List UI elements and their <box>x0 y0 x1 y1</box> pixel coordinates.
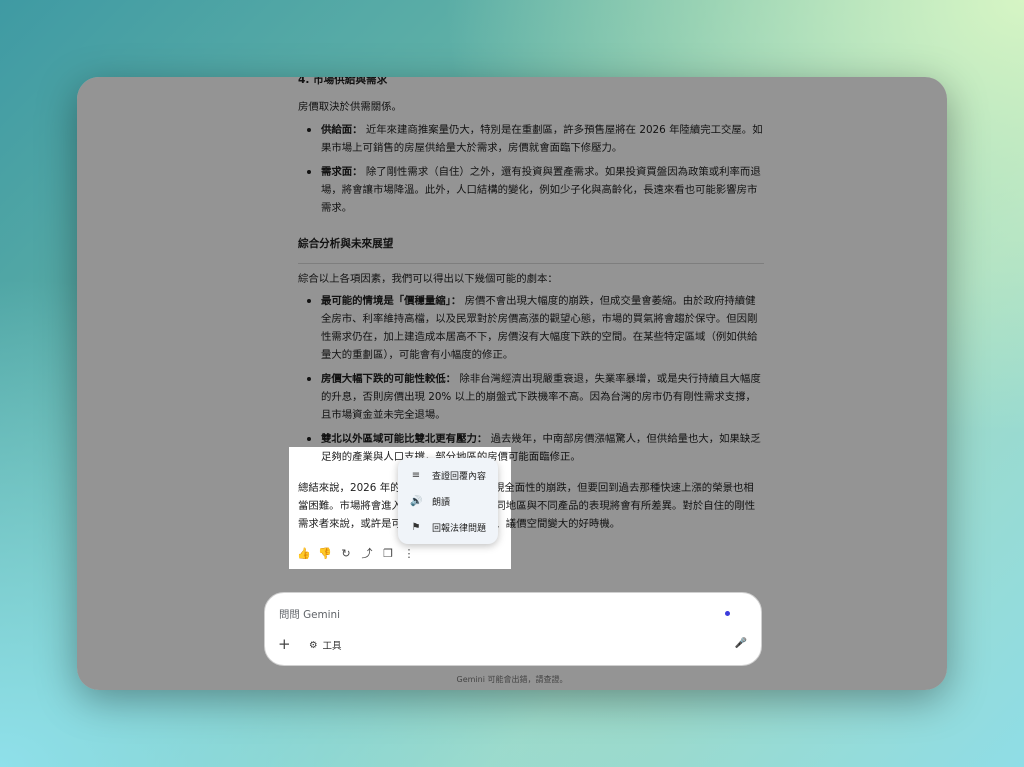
status-dot <box>725 611 730 616</box>
microphone-icon[interactable]: 🎤 <box>735 638 747 649</box>
tools-icon: ⚙ <box>309 639 318 651</box>
divider <box>298 263 764 264</box>
gemini-window: 4. 市場供給與需求 房價取決於供需關係。 供給面： 近年來建商推案量仍大，特別… <box>77 77 947 690</box>
menu-item-label: 查證回覆內容 <box>432 471 487 482</box>
speaker-icon: 🔊 <box>410 495 423 507</box>
menu-item-label: 朗讀 <box>432 497 451 508</box>
menu-item-report-legal[interactable]: ⚑ 回報法律問題 <box>398 514 498 540</box>
double-check-icon: ≡ <box>411 469 421 481</box>
section4-heading: 4. 市場供給與需求 <box>298 77 388 86</box>
more-options-menu: ≡ 查證回覆內容 🔊 朗讀 ⚑ 回報法律問題 <box>398 458 498 544</box>
list-item: 房價大幅下跌的可能性較低： 除非台灣經濟出現嚴重衰退，失業率暴增，或是央行持續且… <box>298 370 764 424</box>
prompt-placeholder[interactable]: 問問 Gemini <box>279 606 340 621</box>
disclaimer-footer: Gemini 可能會出錯，請查證。 <box>456 675 568 684</box>
section5-heading: 綜合分析與未來展望 <box>298 238 394 250</box>
list-item: 需求面： 除了剛性需求（自住）之外，還有投資與置產需求。如果投資買盤因為政策或利… <box>298 163 764 217</box>
menu-item-verify[interactable]: ≡ 查證回覆內容 <box>398 462 498 488</box>
menu-item-read-aloud[interactable]: 🔊 朗讀 <box>398 488 498 514</box>
list-item: 供給面： 近年來建商推案量仍大，特別是在重劃區，許多預售屋將在 2026 年陸續… <box>298 121 764 157</box>
flag-icon: ⚑ <box>411 521 421 533</box>
menu-item-label: 回報法律問題 <box>432 523 487 534</box>
section4-list: 供給面： 近年來建商推案量仍大，特別是在重劃區，許多預售屋將在 2026 年陸續… <box>298 121 764 223</box>
tools-label: 工具 <box>322 641 342 652</box>
section5-intro: 綜合以上各項因素，我們可以得出以下幾個可能的劇本： <box>298 273 558 285</box>
section5-list: 最可能的情境是「價穩量縮」： 房價不會出現大幅度的崩跌，但成交量會萎縮。由於政府… <box>298 292 764 472</box>
tools-button[interactable]: ⚙ 工具 <box>309 638 342 653</box>
section4-intro: 房價取決於供需關係。 <box>298 101 402 113</box>
prompt-input-box[interactable]: 問問 Gemini + ⚙ 工具 🎤 <box>264 592 762 666</box>
add-icon[interactable]: + <box>278 635 291 653</box>
list-item: 最可能的情境是「價穩量縮」： 房價不會出現大幅度的崩跌，但成交量會萎縮。由於政府… <box>298 292 764 364</box>
